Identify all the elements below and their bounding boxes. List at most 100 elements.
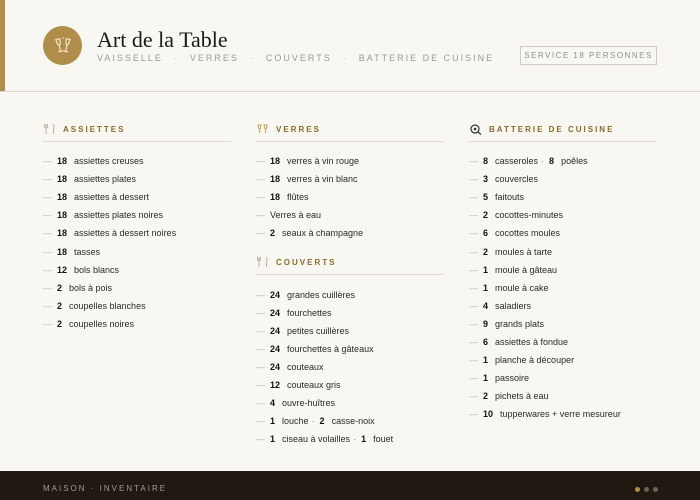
item-quantity: 18 (57, 156, 68, 167)
bullet-dash: — (469, 264, 478, 275)
item-separator: · (311, 416, 315, 427)
item-label: assiettes plates noires (74, 210, 164, 221)
nav-separator: · (342, 53, 348, 63)
nav-item-verres[interactable]: VERRES (190, 53, 239, 63)
item-separator: · (541, 156, 545, 167)
item-label: verres à vin rouge (287, 156, 360, 167)
list-item: — 2 seaux à champagne (256, 224, 446, 242)
item-label: saladiers (495, 300, 532, 311)
item-label: assiettes à dessert (74, 192, 150, 203)
item-label: assiettes à dessert noires (74, 228, 177, 239)
bullet-dash: — (43, 192, 52, 203)
bullet-dash: — (469, 318, 478, 329)
item-quantity: 18 (270, 192, 281, 203)
item-quantity: 2 (57, 282, 63, 293)
list-item: — 18 assiettes à dessert noires (43, 224, 233, 242)
column-batterie: BATTERIE DE CUISINE — 8 casseroles · 8 poêles… (469, 121, 659, 423)
footer-label: MAISON · INVENTAIRE (43, 484, 168, 493)
bullet-dash: — (43, 156, 52, 167)
list-item: — 18 assiettes à dessert (43, 188, 233, 206)
list-item: — 2 coupelles blanches (43, 297, 233, 315)
item-label: ouvre-huîtres (282, 398, 336, 409)
item-label: coupelles blanches (69, 300, 146, 311)
list-item: — 24 grandes cuillères (256, 285, 446, 303)
bullet-dash: — (469, 373, 478, 384)
bullet-dash: — (469, 156, 478, 167)
list-item: — 18 tasses (43, 242, 233, 260)
bullet-dash: — (256, 192, 265, 203)
item-label: assiettes creuses (74, 156, 144, 167)
section-title: VERRES (276, 124, 321, 134)
list-item: — 9 grands plats (469, 315, 659, 333)
item-quantity: 24 (270, 307, 281, 318)
item-quantity: 18 (57, 246, 68, 257)
item-label: moule à cake (495, 282, 549, 293)
item-label: couteaux gris (287, 379, 341, 390)
item-quantity: 1 (270, 416, 276, 427)
item-quantity: 3 (483, 174, 489, 185)
page-footer: MAISON · INVENTAIRE (0, 471, 700, 500)
page-dot[interactable] (644, 487, 649, 492)
item-label: passoire (495, 373, 530, 384)
list-item: — 4 ouvre-huîtres (256, 394, 446, 412)
item-quantity: 24 (270, 343, 281, 354)
item-label: cocottes moules (495, 228, 561, 239)
page-dot[interactable] (635, 487, 640, 492)
bullet-dash: — (469, 409, 478, 420)
item-label: tasses (74, 246, 101, 257)
nav-item-batterie[interactable]: BATTERIE DE CUISINE (359, 53, 494, 63)
bullet-dash: — (256, 361, 265, 372)
fork-knife-icon (43, 122, 61, 136)
item-quantity: 24 (270, 361, 281, 372)
item-quantity: 1 (483, 264, 489, 275)
champagne-glasses-logo-icon (43, 26, 82, 65)
bullet-dash: — (469, 228, 478, 239)
fork-knife-icon (256, 255, 274, 269)
section-header-batterie: BATTERIE DE CUISINE (469, 121, 659, 137)
page-dot[interactable] (653, 487, 658, 492)
item-label: couteaux (287, 361, 324, 372)
bullet-dash: — (43, 174, 52, 185)
nav-item-vaisselle[interactable]: VAISSELLE (97, 53, 163, 63)
item-quantity: 6 (483, 336, 489, 347)
item-quantity: 5 (483, 192, 489, 203)
bullet-dash: — (256, 156, 265, 167)
bullet-dash: — (43, 300, 52, 311)
bullet-dash: — (469, 246, 478, 257)
item-quantity: 18 (57, 174, 68, 185)
service-badge[interactable]: SERVICE 18 PERSONNES (520, 46, 657, 65)
bullet-dash: — (256, 325, 265, 336)
item-label: tupperwares + verre mesureur (500, 409, 621, 420)
item-label: grands plats (495, 318, 545, 329)
section-header-couverts: COUVERTS (256, 254, 446, 270)
item-list-batterie: — 8 casseroles · 8 poêles — 3 couvercles — 5 faitou… (469, 152, 659, 423)
item-quantity: 2 (319, 416, 325, 427)
item-quantity: 18 (270, 156, 281, 167)
bullet-dash: — (43, 210, 52, 221)
item-label: assiettes plates (74, 174, 137, 185)
item-quantity: 2 (483, 246, 489, 257)
section-header-assiettes: ASSIETTES (43, 121, 233, 137)
list-item: — 2 pichets à eau (469, 387, 659, 405)
list-item: — 18 flûtes (256, 188, 446, 206)
bullet-dash: — (469, 192, 478, 203)
item-label: moules à tarte (495, 246, 553, 257)
item-quantity: 12 (57, 264, 68, 275)
bullet-dash: — (469, 355, 478, 366)
item-label: coupelles noires (69, 318, 135, 329)
section-title: BATTERIE DE CUISINE (489, 124, 615, 134)
item-quantity: 2 (57, 300, 63, 311)
section-divider (256, 141, 444, 142)
bullet-dash: — (469, 210, 478, 221)
list-item: — 4 saladiers (469, 297, 659, 315)
page-header: Art de la Table VAISSELLE · VERRES · COU… (0, 0, 700, 92)
item-label: seaux à champagne (282, 228, 364, 239)
item-quantity: 2 (483, 210, 489, 221)
item-quantity: 2 (483, 391, 489, 402)
item-quantity: 8 (483, 156, 489, 167)
bullet-dash: — (256, 210, 265, 221)
nav-item-couverts[interactable]: COUVERTS (266, 53, 332, 63)
item-separator: · (353, 434, 357, 445)
bullet-dash: — (469, 300, 478, 311)
list-item: — 18 verres à vin blanc (256, 170, 446, 188)
